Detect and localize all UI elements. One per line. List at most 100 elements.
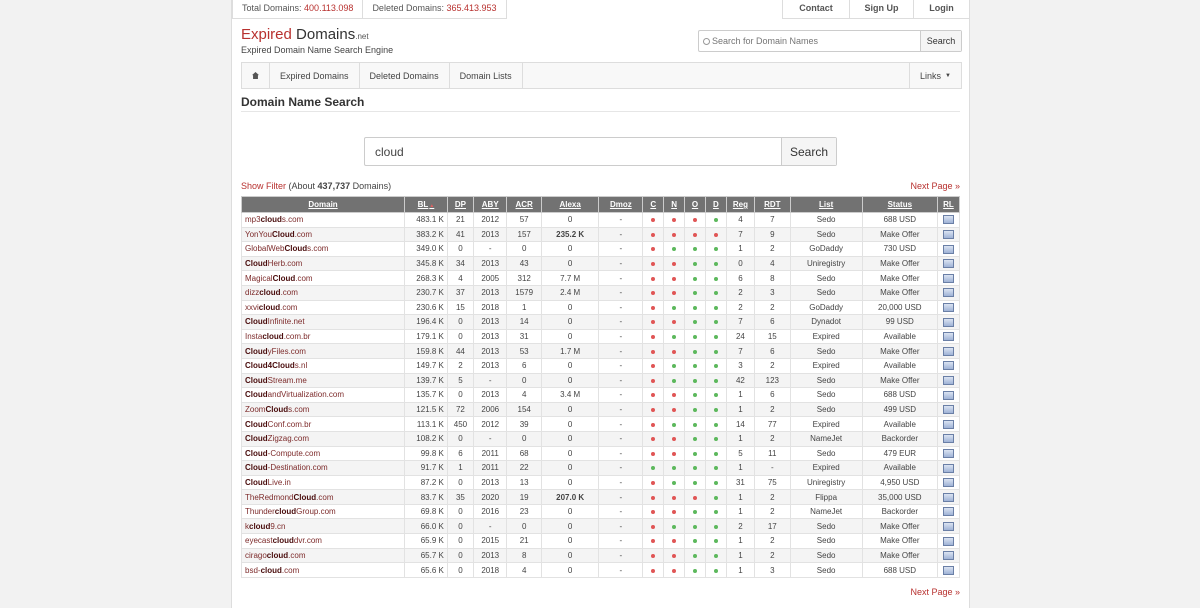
tld-status-o[interactable]: [684, 343, 706, 359]
tld-status-n[interactable]: [663, 284, 686, 301]
tld-status-c[interactable]: [642, 212, 665, 228]
rl-cell[interactable]: [936, 518, 961, 535]
related-list-icon[interactable]: [942, 317, 954, 327]
tld-status-n[interactable]: [663, 343, 686, 359]
domain-link[interactable]: MagicalCloud.com: [240, 270, 406, 286]
rl-cell[interactable]: [936, 416, 961, 432]
rl-cell[interactable]: [936, 503, 961, 520]
tld-status-d[interactable]: [704, 460, 727, 476]
tld-status-o[interactable]: [684, 401, 706, 418]
tld-status-c[interactable]: [642, 533, 665, 549]
column-header-bl[interactable]: BL▲: [404, 196, 448, 213]
tld-status-c[interactable]: [642, 474, 665, 491]
tld-status-n[interactable]: [663, 255, 686, 272]
tld-status-d[interactable]: [704, 518, 727, 535]
rl-cell[interactable]: [936, 314, 961, 330]
tld-status-d[interactable]: [704, 343, 727, 359]
column-header-aby[interactable]: ABY: [472, 196, 508, 213]
column-header-reg[interactable]: Reg: [725, 196, 756, 213]
tld-status-c[interactable]: [642, 255, 665, 272]
tld-status-n[interactable]: [663, 533, 686, 549]
tld-status-c[interactable]: [642, 445, 665, 462]
tld-status-d[interactable]: [704, 489, 727, 505]
rl-cell[interactable]: [936, 401, 961, 418]
tld-status-o[interactable]: [684, 212, 706, 228]
tld-status-c[interactable]: [642, 299, 665, 316]
tld-status-d[interactable]: [704, 270, 727, 286]
tld-status-n[interactable]: [663, 503, 686, 520]
rl-cell[interactable]: [936, 547, 961, 564]
tld-status-o[interactable]: [684, 460, 706, 476]
tld-status-n[interactable]: [663, 241, 686, 257]
related-list-icon[interactable]: [942, 332, 954, 342]
status-cell[interactable]: Make Offer: [861, 270, 938, 286]
tld-status-o[interactable]: [684, 430, 706, 447]
domain-link[interactable]: CloudyFiles.com: [240, 343, 406, 359]
related-list-icon[interactable]: [942, 521, 954, 531]
tld-status-c[interactable]: [642, 518, 665, 535]
status-cell[interactable]: Backorder: [861, 503, 938, 520]
tld-status-c[interactable]: [642, 284, 665, 301]
related-list-icon[interactable]: [942, 434, 954, 444]
tld-status-o[interactable]: [684, 474, 706, 491]
domain-link[interactable]: YonYouCloud.com: [240, 226, 406, 243]
tld-status-c[interactable]: [642, 547, 665, 564]
tld-status-c[interactable]: [642, 460, 665, 476]
domain-link[interactable]: CloudInfinite.net: [240, 314, 406, 330]
domain-link[interactable]: ciragocloud.com: [240, 547, 406, 564]
domain-link[interactable]: Cloud-Destination.com: [240, 460, 406, 476]
domain-link[interactable]: CloudZigzag.com: [240, 430, 406, 447]
home-button[interactable]: [242, 63, 270, 88]
domain-link[interactable]: dizzcloud.com: [240, 284, 406, 301]
status-cell[interactable]: Make Offer: [861, 284, 938, 301]
rl-cell[interactable]: [936, 284, 961, 301]
tld-status-o[interactable]: [684, 270, 706, 286]
login-link[interactable]: Login: [913, 0, 969, 18]
tld-status-n[interactable]: [663, 401, 686, 418]
tld-status-c[interactable]: [642, 416, 665, 432]
tld-status-o[interactable]: [684, 416, 706, 432]
tld-status-o[interactable]: [684, 226, 706, 243]
tld-status-o[interactable]: [684, 533, 706, 549]
column-header-acr[interactable]: ACR: [506, 196, 542, 213]
tld-status-c[interactable]: [642, 372, 665, 389]
related-list-icon[interactable]: [942, 492, 954, 502]
tld-status-c[interactable]: [642, 430, 665, 447]
header-search-button[interactable]: Search: [920, 31, 961, 51]
tld-status-o[interactable]: [684, 547, 706, 564]
tld-status-d[interactable]: [704, 284, 727, 301]
tld-status-c[interactable]: [642, 387, 665, 403]
related-list-icon[interactable]: [942, 244, 954, 254]
tld-status-d[interactable]: [704, 226, 727, 243]
tld-status-n[interactable]: [663, 460, 686, 476]
status-cell[interactable]: 35,000 USD: [861, 489, 938, 505]
tld-status-n[interactable]: [663, 299, 686, 316]
related-list-icon[interactable]: [942, 565, 954, 575]
tld-status-o[interactable]: [684, 255, 706, 272]
tld-status-c[interactable]: [642, 489, 665, 505]
rl-cell[interactable]: [936, 343, 961, 359]
related-list-icon[interactable]: [942, 448, 954, 458]
rl-cell[interactable]: [936, 533, 961, 549]
tld-status-n[interactable]: [663, 562, 686, 578]
tld-status-n[interactable]: [663, 547, 686, 564]
status-cell[interactable]: 730 USD: [861, 241, 938, 257]
domain-link[interactable]: bsd-cloud.com: [240, 562, 406, 578]
status-cell[interactable]: Make Offer: [861, 518, 938, 535]
tld-status-d[interactable]: [704, 533, 727, 549]
tld-status-n[interactable]: [663, 474, 686, 491]
status-cell[interactable]: Make Offer: [861, 372, 938, 389]
domain-link[interactable]: CloudandVirtualization.com: [240, 387, 406, 403]
related-list-icon[interactable]: [942, 478, 954, 488]
tld-status-c[interactable]: [642, 562, 665, 578]
tld-status-d[interactable]: [704, 547, 727, 564]
rl-cell[interactable]: [936, 387, 961, 403]
rl-cell[interactable]: [936, 226, 961, 243]
status-cell[interactable]: 499 USD: [861, 401, 938, 418]
domain-search-button[interactable]: Search: [781, 138, 836, 165]
status-cell[interactable]: 20,000 USD: [861, 299, 938, 316]
rl-cell[interactable]: [936, 241, 961, 257]
rl-cell[interactable]: [936, 270, 961, 286]
domain-link[interactable]: CloudHerb.com: [240, 255, 406, 272]
domain-link[interactable]: mp3clouds.com: [240, 212, 406, 228]
